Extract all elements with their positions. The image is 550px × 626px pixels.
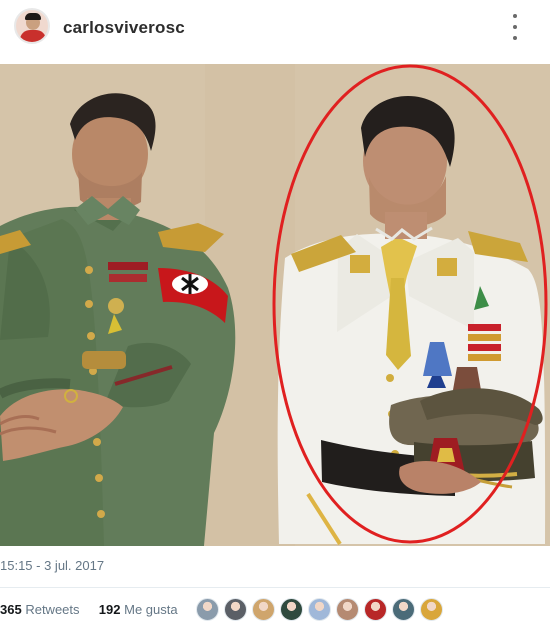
liker-avatar[interactable] bbox=[280, 598, 303, 621]
liker-avatar[interactable] bbox=[420, 598, 443, 621]
liker-avatar[interactable] bbox=[308, 598, 331, 621]
tweet-timestamp: 15:15 - 3 jul. 2017 bbox=[0, 558, 105, 573]
profile-avatar[interactable] bbox=[14, 8, 50, 44]
likes-label[interactable]: Me gusta bbox=[124, 602, 177, 617]
retweets-count[interactable]: 365 bbox=[0, 602, 22, 617]
username[interactable]: carlosviverosc bbox=[63, 18, 185, 38]
liker-avatar[interactable] bbox=[196, 598, 219, 621]
more-options-icon[interactable] bbox=[508, 14, 522, 40]
post-header: carlosviverosc bbox=[0, 0, 550, 56]
liker-avatars bbox=[196, 598, 443, 624]
liker-avatar[interactable] bbox=[392, 598, 415, 621]
likes-count[interactable]: 192 bbox=[99, 602, 121, 617]
stats-divider bbox=[0, 587, 550, 588]
liker-avatar[interactable] bbox=[224, 598, 247, 621]
liker-avatar[interactable] bbox=[364, 598, 387, 621]
liker-avatar[interactable] bbox=[336, 598, 359, 621]
tweet-stats: 365 Retweets 192 Me gusta bbox=[0, 602, 178, 617]
retweets-label[interactable]: Retweets bbox=[25, 602, 79, 617]
liker-avatar[interactable] bbox=[252, 598, 275, 621]
post-photo bbox=[0, 64, 550, 546]
